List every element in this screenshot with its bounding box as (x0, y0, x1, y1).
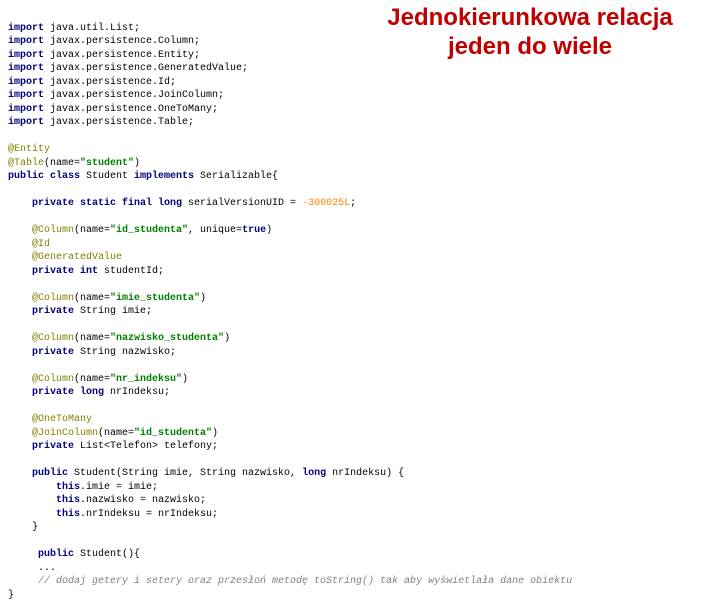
import-text: javax.persistence.OneToMany; (44, 104, 218, 115)
code-text: } (32, 522, 38, 533)
kw-import: import (8, 104, 44, 115)
import-text: javax.persistence.Entity; (44, 50, 200, 61)
kw: private static final long (32, 198, 182, 209)
code-text: (name= (74, 333, 110, 344)
code-text: nrIndeksu; (104, 387, 170, 398)
str: "student" (80, 158, 134, 169)
code-text: (name= (74, 293, 110, 304)
kw: long (302, 468, 326, 479)
code-text: (name= (74, 225, 110, 236)
kw-import: import (8, 117, 44, 128)
code-text: (name= (44, 158, 80, 169)
kw: private long (32, 387, 104, 398)
import-text: javax.persistence.GeneratedValue; (44, 63, 248, 74)
kw: public class (8, 171, 80, 182)
ann-joincolumn: @JoinColumn (32, 428, 98, 439)
kw: private (32, 347, 74, 358)
code-text: .nazwisko = nazwisko; (80, 495, 206, 506)
ann-onetomany: @OneToMany (32, 414, 92, 425)
code-text: String imie; (74, 306, 152, 317)
kw: public (32, 549, 74, 560)
import-text: javax.persistence.Id; (44, 77, 176, 88)
code-text: String nazwisko; (74, 347, 176, 358)
kw: private (32, 441, 74, 452)
code-text: (name= (74, 374, 110, 385)
ann-generatedvalue: @GeneratedValue (32, 252, 122, 263)
code-block: import java.util.List; import javax.pers… (0, 0, 720, 610)
title-line-1: Jednokierunkowa relacja (387, 4, 672, 31)
kw: this (56, 482, 80, 493)
code-text: ... (32, 563, 56, 574)
code-text: ) (224, 333, 230, 344)
import-text: javax.persistence.Table; (44, 117, 194, 128)
code-text: Serializable{ (194, 171, 278, 182)
import-text: javax.persistence.Column; (44, 36, 200, 47)
kw-import: import (8, 23, 44, 34)
ann-column: @Column (32, 225, 74, 236)
code-text: , unique= (188, 225, 242, 236)
code-text: ; (350, 198, 356, 209)
kw: this (56, 495, 80, 506)
code-text: .nrIndeksu = nrIndeksu; (80, 509, 218, 520)
ann-table: @Table (8, 158, 44, 169)
comment: // dodaj getery i setery oraz przesłoń m… (32, 576, 572, 587)
import-text: java.util.List; (44, 23, 140, 34)
kw-import: import (8, 50, 44, 61)
kw-import: import (8, 90, 44, 101)
code-text: (name= (98, 428, 134, 439)
kw: private int (32, 266, 98, 277)
kw-import: import (8, 77, 44, 88)
kw: true (242, 225, 266, 236)
kw: private (32, 306, 74, 317)
kw: implements (134, 171, 194, 182)
ann-entity: @Entity (8, 144, 50, 155)
code-text: serialVersionUID = (182, 198, 302, 209)
title-line-2: jeden do wiele (448, 33, 612, 60)
code-text: ) (212, 428, 218, 439)
code-text: ) (266, 225, 272, 236)
str: "imie_studenta" (110, 293, 200, 304)
ann-column: @Column (32, 374, 74, 385)
kw: public (32, 468, 68, 479)
str: "nazwisko_studenta" (110, 333, 224, 344)
slide-title: Jednokierunkowa relacja jeden do wiele (360, 4, 700, 62)
code-text: Student (80, 171, 134, 182)
kw-import: import (8, 63, 44, 74)
kw-import: import (8, 36, 44, 47)
ann-column: @Column (32, 293, 74, 304)
code-text: nrIndeksu) { (326, 468, 404, 479)
code-text: .imie = imie; (80, 482, 158, 493)
code-text: Student(String imie, String nazwisko, (68, 468, 302, 479)
code-text: Student(){ (74, 549, 140, 560)
code-text: } (8, 590, 14, 601)
kw: this (56, 509, 80, 520)
str: "id_studenta" (134, 428, 212, 439)
code-text: ) (200, 293, 206, 304)
import-text: javax.persistence.JoinColumn; (44, 90, 224, 101)
str: "nr_indeksu" (110, 374, 182, 385)
ann-id: @Id (32, 239, 50, 250)
str: "id_studenta" (110, 225, 188, 236)
ann-column: @Column (32, 333, 74, 344)
code-text: ) (134, 158, 140, 169)
code-text: ) (182, 374, 188, 385)
code-text: studentId; (98, 266, 164, 277)
num: -300025L (302, 198, 350, 209)
code-text: List<Telefon> telefony; (74, 441, 218, 452)
